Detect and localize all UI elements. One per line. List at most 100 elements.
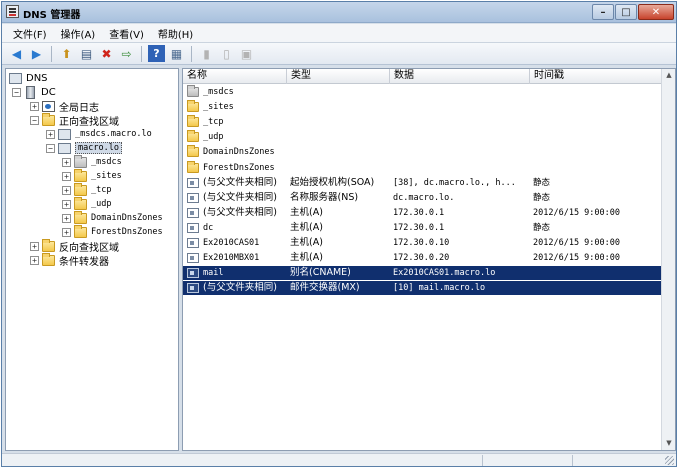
cell-timestamp	[533, 281, 663, 295]
table-row[interactable]: _udp	[183, 130, 661, 144]
menu-file[interactable]: 文件(F)	[6, 26, 54, 41]
cell-type	[290, 130, 390, 144]
show-hide-console-tree-icon[interactable]: ▤	[78, 45, 95, 62]
status-panel	[572, 455, 662, 466]
expand-icon[interactable]: +	[30, 101, 39, 111]
cell-timestamp	[533, 115, 663, 129]
cell-name: Ex2010CAS01	[203, 238, 260, 248]
tree-label: _msdcs.macro.lo	[75, 129, 152, 139]
window-title: DNS 管理器	[23, 10, 81, 21]
tree-node-msdcs-zone[interactable]: + _msdcs.macro.lo	[46, 127, 152, 141]
status-panel	[482, 455, 572, 466]
table-row[interactable]: (与父文件夹相同) 主机(A) 172.30.0.1 2012/6/15 9:00:0…	[183, 206, 661, 220]
menu-action[interactable]: 操作(A)	[54, 26, 103, 41]
tree-node-forestdnszones[interactable]: + ForestDnsZones	[62, 224, 163, 239]
table-row[interactable]: Ex2010CAS01 主机(A) 172.30.0.10 2012/6/15 9:0…	[183, 236, 661, 250]
tree-node-macro-tcp[interactable]: + _tcp	[62, 182, 111, 197]
cell-name: _sites	[203, 102, 234, 113]
collapse-icon[interactable]: −	[12, 87, 21, 97]
export-list-icon[interactable]: ⇨	[118, 45, 135, 62]
table-row[interactable]: (与父文件夹相同) 邮件交换器(MX) [10] mail.macro.lo	[183, 281, 663, 296]
delete-icon[interactable]: ✖	[98, 45, 115, 62]
menu-view[interactable]: 查看(V)	[102, 26, 151, 41]
cell-type	[290, 85, 390, 99]
table-row[interactable]: mail 别名(CNAME) Ex2010CAS01.macro.lo	[183, 266, 663, 281]
expand-icon[interactable]: +	[30, 241, 39, 251]
folder-icon	[74, 210, 87, 224]
properties-icon[interactable]: ▦	[168, 45, 185, 62]
column-header-data[interactable]: 数据	[390, 69, 530, 84]
tree-node-reverse-zones[interactable]: + 反向查找区域	[30, 238, 119, 254]
tree-node-forward-zones[interactable]: − 正向查找区域	[30, 112, 119, 128]
scroll-up-icon[interactable]: ▲	[663, 69, 675, 82]
cell-timestamp: 2012/6/15 9:00:00	[533, 253, 620, 264]
expand-icon[interactable]: +	[46, 129, 55, 139]
collapse-icon[interactable]: −	[46, 143, 55, 153]
table-row[interactable]: _tcp	[183, 115, 661, 129]
tree-node-global-logs[interactable]: + 全局日志	[30, 99, 99, 114]
minimize-button[interactable]: –	[592, 4, 614, 20]
folder-icon	[187, 160, 199, 173]
tree-node-dns[interactable]: DNS	[9, 71, 48, 85]
expand-icon[interactable]: +	[62, 227, 71, 237]
cell-data: Ex2010CAS01.macro.lo	[393, 268, 496, 279]
cell-timestamp: 静态	[533, 192, 551, 203]
expand-icon[interactable]: +	[62, 199, 71, 209]
tree-node-macro-zone[interactable]: − macro.lo	[46, 141, 122, 155]
cell-data	[393, 100, 531, 114]
tree-node-domaindnszones[interactable]: + DomainDnsZones	[62, 210, 163, 225]
tree-label: 反向查找区域	[59, 242, 119, 254]
column-header-name[interactable]: 名称	[183, 69, 287, 84]
table-row[interactable]: _sites	[183, 100, 661, 114]
cell-type: 主机(A)	[290, 221, 323, 233]
table-row[interactable]: (与父文件夹相同) 起始授权机构(SOA) [38], dc.macro.lo., …	[183, 176, 661, 190]
table-row[interactable]: dc 主机(A) 172.30.0.1 静态	[183, 221, 661, 235]
tree-label: 条件转发器	[59, 256, 109, 268]
menu-help[interactable]: 帮助(H)	[151, 26, 200, 41]
cell-type	[290, 100, 390, 114]
table-row[interactable]: Ex2010MBX01 主机(A) 172.30.0.20 2012/6/15 9:0…	[183, 251, 661, 265]
dns-record-icon	[187, 192, 199, 203]
resize-grip-icon[interactable]	[665, 456, 674, 465]
up-folder-icon[interactable]: ⬆	[58, 45, 75, 62]
expand-icon[interactable]: +	[30, 255, 39, 265]
title-bar[interactable]: DNS 管理器 – □ ✕	[2, 2, 676, 23]
help-icon[interactable]: ?	[148, 45, 165, 62]
vertical-scrollbar[interactable]: ▲ ▼	[661, 69, 675, 450]
expand-icon[interactable]: +	[62, 185, 71, 195]
expand-icon[interactable]: +	[62, 171, 71, 181]
expand-icon[interactable]: +	[62, 213, 71, 223]
scroll-down-icon[interactable]: ▼	[663, 437, 675, 450]
tree-label: _udp	[91, 199, 112, 209]
cell-data	[393, 130, 531, 144]
tree-node-conditional-forwarders[interactable]: + 条件转发器	[30, 252, 109, 268]
expand-icon[interactable]: +	[62, 157, 71, 167]
tree-node-macro-msdcs[interactable]: + _msdcs	[62, 154, 122, 169]
cell-type: 别名(CNAME)	[290, 267, 351, 279]
back-arrow-icon[interactable]: ◀	[8, 45, 25, 62]
tree-node-macro-sites[interactable]: + _sites	[62, 168, 122, 183]
cell-timestamp: 2012/6/15 9:00:00	[533, 238, 620, 248]
table-row[interactable]: _msdcs	[183, 85, 661, 99]
folder-icon	[74, 182, 87, 196]
column-header-timestamp[interactable]: 时间戳	[530, 69, 662, 84]
cell-type: 主机(A)	[290, 237, 323, 248]
cell-timestamp	[533, 145, 663, 159]
column-header-type[interactable]: 类型	[287, 69, 390, 84]
tree-node-macro-udp[interactable]: + _udp	[62, 196, 112, 211]
cell-data: 172.30.0.1	[393, 222, 445, 233]
collapse-icon[interactable]: −	[30, 115, 39, 125]
table-row[interactable]: ForestDnsZones	[183, 160, 661, 175]
close-button[interactable]: ✕	[638, 4, 674, 20]
forward-arrow-icon[interactable]: ▶	[28, 45, 45, 62]
maximize-button[interactable]: □	[615, 4, 637, 20]
table-row[interactable]: DomainDnsZones	[183, 145, 661, 159]
folder-icon	[42, 112, 55, 126]
close-icon: ✕	[651, 7, 661, 18]
cell-data: [10] mail.macro.lo	[393, 283, 486, 294]
cell-data: 172.30.0.20	[393, 253, 450, 264]
table-row[interactable]: (与父文件夹相同) 名称服务器(NS) dc.macro.lo. 静态	[183, 191, 661, 205]
cell-timestamp	[533, 266, 663, 280]
cell-type	[290, 115, 390, 129]
tree-node-dc[interactable]: − DC	[12, 85, 56, 99]
